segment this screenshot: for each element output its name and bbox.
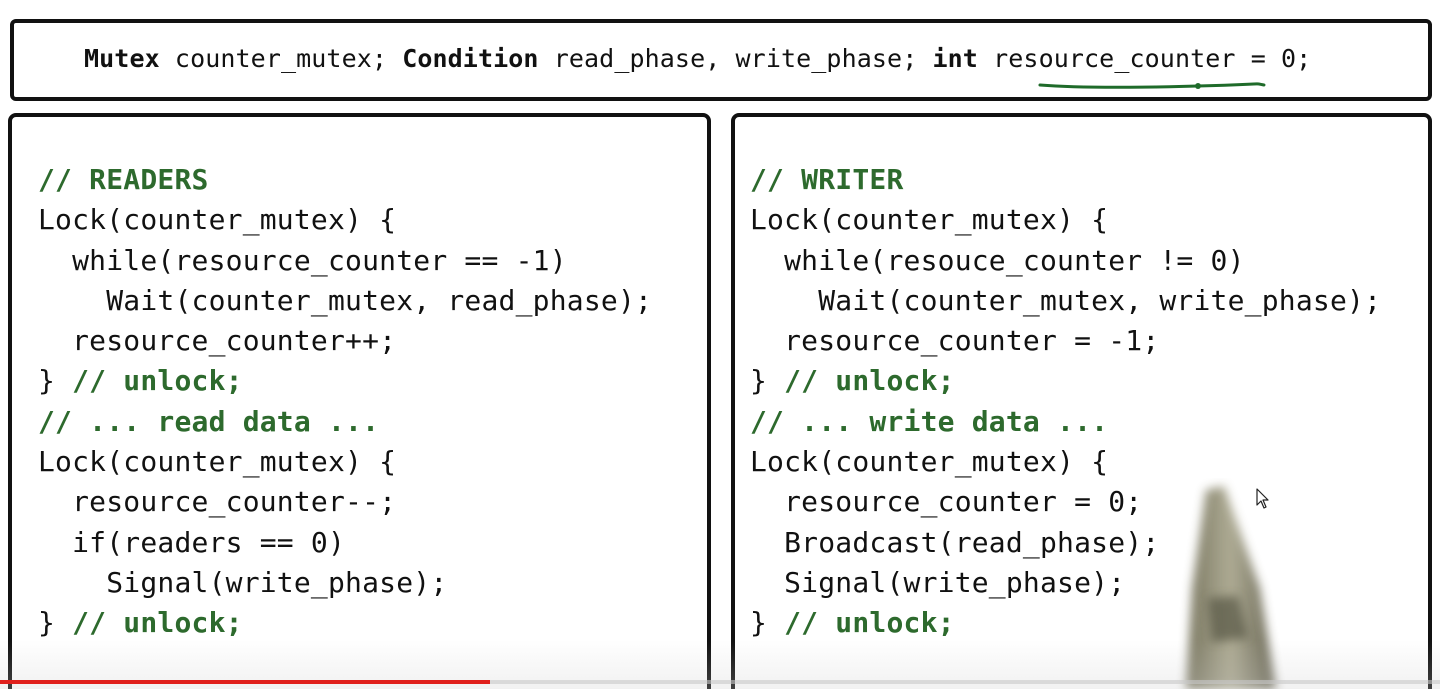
- code-line: Wait(counter_mutex, write_phase);: [750, 283, 1382, 317]
- code-line: // ... read data ...: [38, 404, 380, 438]
- unlock-comment: // unlock;: [784, 364, 955, 398]
- mouse-pointer-icon: [1256, 488, 1269, 509]
- code-line: while(resouce_counter != 0): [750, 243, 1245, 277]
- code-line: if(readers == 0): [38, 525, 346, 559]
- readers-panel: // READERS Lock(counter_mutex) { while(r…: [8, 113, 711, 689]
- code-line: Lock(counter_mutex) {: [38, 445, 397, 479]
- condition-decl: read_phase, write_phase;: [538, 44, 933, 73]
- stylus-pen-icon: [1186, 486, 1276, 689]
- code-line: Lock(counter_mutex) {: [750, 445, 1109, 479]
- code-line: // READERS: [38, 163, 209, 196]
- unlock-comment: // unlock;: [72, 364, 243, 398]
- declaration-line: Mutex counter_mutex; Condition read_phas…: [84, 43, 1311, 75]
- code-line: } // unlock;: [38, 603, 652, 643]
- code-line: Lock(counter_mutex) {: [750, 203, 1109, 237]
- code-line: resource_counter = -1;: [750, 324, 1160, 358]
- code-line: resource_counter++;: [38, 324, 397, 358]
- code-line: } // unlock;: [750, 361, 1381, 401]
- readers-code: // READERS Lock(counter_mutex) { while(r…: [38, 160, 652, 644]
- mutex-decl: counter_mutex;: [159, 44, 403, 73]
- unlock-comment: // unlock;: [72, 606, 243, 640]
- code-line: resource_counter--;: [38, 485, 397, 519]
- writer-panel: // WRITER Lock(counter_mutex) { while(re…: [731, 113, 1432, 689]
- keyword-condition: Condition: [402, 44, 539, 73]
- keyword-mutex: Mutex: [84, 44, 160, 73]
- unlock-comment: // unlock;: [784, 606, 955, 640]
- code-line: while(resource_counter == -1): [38, 243, 567, 277]
- int-space: [978, 44, 993, 73]
- handwritten-underline-icon: [1038, 82, 1266, 89]
- video-progress-bar[interactable]: [0, 680, 1440, 684]
- closing-brace: }: [750, 364, 785, 398]
- code-line: Signal(write_phase);: [38, 565, 448, 599]
- closing-brace: }: [38, 364, 73, 398]
- resource-counter-var: resource_counter: [993, 44, 1236, 73]
- code-line: Wait(counter_mutex, read_phase);: [38, 283, 653, 317]
- declaration-box: Mutex counter_mutex; Condition read_phas…: [10, 19, 1432, 101]
- int-assign: = 0;: [1235, 44, 1312, 73]
- keyword-int: int: [932, 44, 978, 73]
- code-line: // WRITER: [750, 163, 904, 196]
- lecture-slide: Mutex counter_mutex; Condition read_phas…: [0, 0, 1440, 689]
- code-line: Lock(counter_mutex) {: [38, 203, 397, 237]
- code-line: } // unlock;: [38, 361, 652, 401]
- code-line: // ... write data ...: [750, 404, 1109, 438]
- closing-brace: }: [750, 606, 785, 640]
- closing-brace: }: [38, 606, 73, 640]
- video-progress-played: [0, 680, 490, 684]
